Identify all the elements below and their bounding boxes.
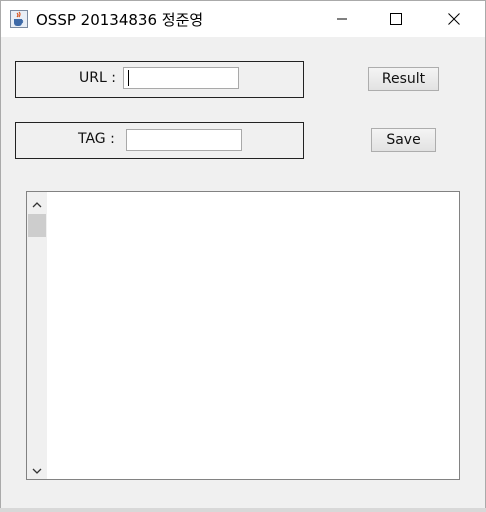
scroll-up-button[interactable]: [27, 193, 47, 213]
url-panel: URL :: [15, 61, 304, 98]
text-caret: [128, 70, 129, 86]
tag-panel: TAG :: [15, 122, 304, 159]
url-label: URL :: [79, 70, 116, 86]
chevron-up-icon: [32, 194, 42, 213]
scroll-thumb[interactable]: [28, 214, 46, 237]
save-button[interactable]: Save: [371, 128, 436, 152]
close-button[interactable]: [431, 1, 477, 37]
window-title: OSSP 20134836 정준영: [36, 11, 204, 29]
url-input[interactable]: [123, 67, 239, 89]
maximize-icon: [390, 10, 402, 29]
result-button[interactable]: Result: [368, 67, 439, 91]
output-text-area[interactable]: [26, 191, 460, 480]
maximize-button[interactable]: [373, 1, 419, 37]
tag-input[interactable]: [126, 129, 242, 151]
output-text: [51, 196, 455, 475]
tag-label: TAG :: [78, 131, 115, 147]
scroll-down-button[interactable]: [27, 459, 47, 479]
minimize-icon: [336, 10, 348, 29]
window-bottom-edge: [0, 508, 486, 512]
minimize-button[interactable]: [319, 1, 365, 37]
title-bar[interactable]: OSSP 20134836 정준영: [1, 1, 485, 37]
vertical-scrollbar[interactable]: [27, 192, 47, 479]
app-window: OSSP 20134836 정준영 URL : Result TAG : Sav…: [0, 0, 486, 512]
java-cup-icon: [10, 10, 28, 28]
close-icon: [448, 10, 460, 29]
chevron-down-icon: [32, 460, 42, 479]
